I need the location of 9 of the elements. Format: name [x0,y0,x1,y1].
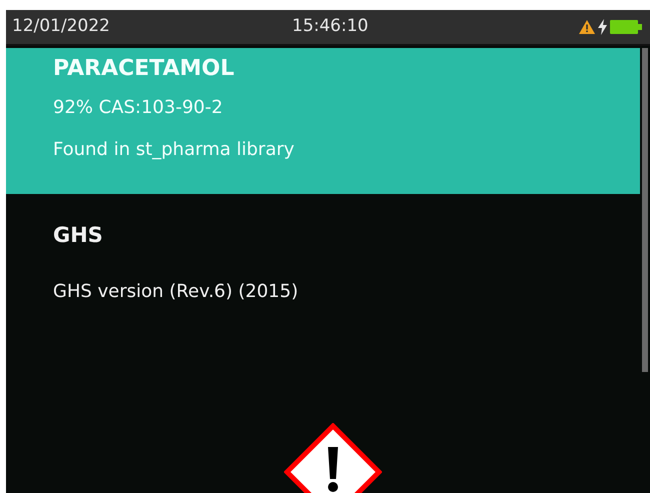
scrollbar-thumb[interactable] [642,48,648,372]
ghs-heading: GHS [53,222,104,249]
battery-icon [610,19,642,35]
library-info: Found in st_pharma library [53,138,296,162]
status-time: 15:46:10 [291,15,370,38]
ghs-version: GHS version (Rev.6) (2015) [53,280,300,304]
substance-name: PARACETAMOL [53,55,236,83]
status-date: 12/01/2022 [12,15,111,38]
match-info: 92% CAS:103-90-2 [53,96,224,120]
